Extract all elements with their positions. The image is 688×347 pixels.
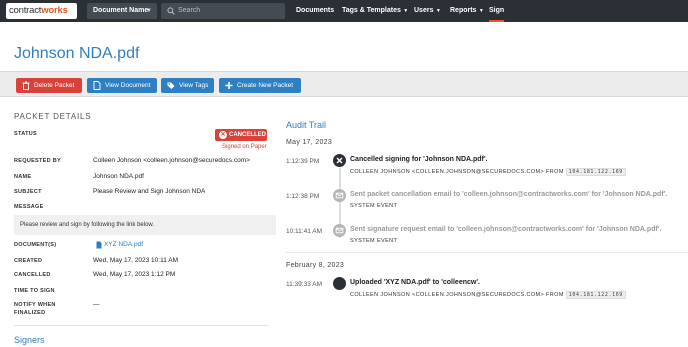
event-time: 1:12:39 PM [286,158,320,165]
subject-value: Please Review and Sign Johnson NDA [93,188,206,195]
top-navbar: contractworks Document Name ▼ Search Doc… [0,0,688,22]
documents-label: DOCUMENT(S) [14,242,57,248]
cancelled-value: Wed, May 17, 2023 1:12 PM [93,271,176,278]
cancelled-label: CANCELLED [14,272,51,278]
cancel-icon [333,154,346,167]
search-placeholder: Search [178,7,201,14]
event-time: 1:12:38 PM [286,193,320,200]
event-actor: COLLEEN JOHNSON <COLLEEN.JOHNSON@SECURED… [350,168,626,176]
cancel-icon: ✕ [219,131,227,139]
chevron-down-icon: ▼ [434,8,441,14]
chevron-down-icon: ▼ [401,8,409,14]
event-actor: SYSTEM EVENT [350,203,398,209]
requested-by-value: Colleen Johnson <colleen.johnson@secured… [93,157,250,164]
event-actor: SYSTEM EVENT [350,238,398,244]
name-value: Johnson NDA.pdf [93,173,144,180]
ip-address: 104.181.122.169 [565,168,626,176]
status-label: STATUS [14,131,37,137]
delete-packet-button[interactable]: Delete Packet [16,78,82,93]
search-input[interactable]: Search [161,3,285,19]
action-toolbar: Delete Packet View Document View Tags Cr… [0,71,688,97]
search-icon [167,7,175,15]
audit-trail-title: Audit Trail [286,120,327,130]
audit-date-header: May 17, 2023 [286,139,333,146]
email-icon [333,189,346,202]
contractworks-logo[interactable]: contractworks [6,3,77,19]
nav-reports[interactable]: Reports ▼ [450,0,484,22]
notify-when-label: NOTIFY WHEN [14,302,56,308]
ip-address: 104.181.122.169 [565,291,626,299]
create-new-packet-button[interactable]: Create New Packet [219,78,301,93]
chevron-down-icon: ▼ [477,8,484,14]
requested-by-label: REQUESTED BY [14,158,61,164]
message-label: MESSAGE [14,204,44,210]
event-time: 10:11:41 AM [286,228,323,235]
page-title: Johnson NDA.pdf [14,45,140,62]
notify-finalized-label: FINALIZED [14,310,46,316]
created-value: Wed, May 17, 2023 10:11 AM [93,257,179,264]
divider [14,325,268,326]
view-document-button[interactable]: View Document [87,78,157,93]
nav-documents[interactable]: Documents [296,0,334,22]
document-name-label: Document Name [93,7,149,14]
message-box: Please review and sign by following the … [14,215,276,235]
nav-users[interactable]: Users ▼ [414,0,441,22]
event-description: Cancelled signing for 'Johnson NDA.pdf'. [350,156,488,163]
audit-date-header: February 8, 2023 [286,262,345,269]
event-description: Sent signature request email to 'colleen… [350,226,662,233]
signers-title: Signers [14,335,45,345]
event-description: Uploaded 'XYZ NDA.pdf' to 'colleencw'. [350,279,480,286]
tags-icon [167,82,175,89]
trash-icon [22,81,30,90]
email-icon [333,224,346,237]
pdf-file-icon [96,241,102,249]
view-tags-button[interactable]: View Tags [161,78,214,93]
time-to-sign-label: TIME TO SIGN [14,288,55,294]
divider [286,252,688,253]
created-label: CREATED [14,258,43,264]
document-icon [93,81,101,90]
nav-tags-templates[interactable]: Tags & Templates ▼ [342,0,408,22]
document-name-dropdown[interactable]: Document Name ▼ [87,3,157,19]
notify-value: — [93,301,100,308]
chevron-down-icon: ▼ [146,8,152,14]
nav-sign[interactable]: Sign [489,0,505,22]
event-actor: COLLEEN JOHNSON <COLLEEN.JOHNSON@SECURED… [350,291,626,299]
plus-icon [225,82,233,89]
packet-details-title: PACKET DETAILS [14,112,92,121]
event-time: 11:39:33 AM [286,281,323,288]
event-description: Sent packet cancellation email to 'colle… [350,191,668,198]
upload-dot-icon [333,277,346,290]
signed-on-paper-note: Signed on Paper [222,144,267,150]
subject-label: SUBJECT [14,189,42,195]
name-label: NAME [14,174,32,180]
status-badge: ✕ CANCELLED [215,129,267,141]
